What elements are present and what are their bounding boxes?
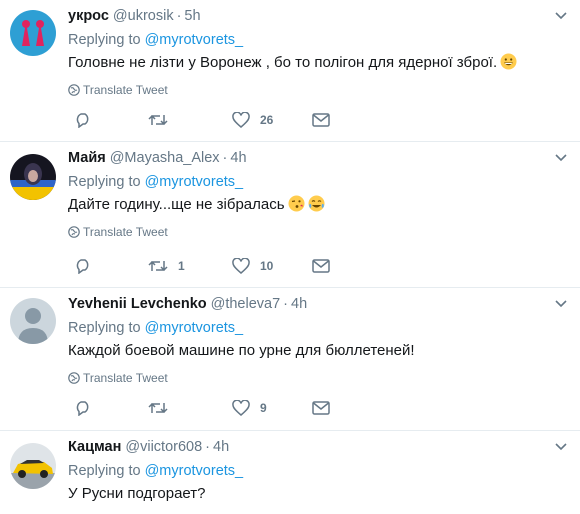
timestamp[interactable]: 4h [230, 150, 246, 166]
like-icon [232, 400, 250, 416]
chevron-down-icon[interactable] [554, 296, 568, 310]
like-count: 10 [260, 259, 274, 273]
reply-button[interactable] [74, 256, 102, 276]
reply-icon [74, 112, 92, 128]
direct-message-icon [312, 259, 330, 273]
grinning-face-icon [500, 53, 517, 70]
retweet-icon [148, 400, 168, 416]
reply-button[interactable] [74, 110, 102, 130]
retweet-button[interactable] [148, 398, 178, 418]
like-count: 26 [260, 113, 274, 127]
direct-message-button[interactable] [312, 110, 330, 130]
tweet-header: Кацман @viictor608 · 4h [68, 437, 229, 457]
retweet-button[interactable] [148, 110, 178, 130]
avatar[interactable] [10, 298, 56, 344]
translate-label: Translate Tweet [83, 83, 168, 97]
tweet-actions: 26 [68, 110, 330, 130]
separator-dot: · [222, 150, 228, 166]
replying-prefix: Replying to [68, 320, 141, 336]
timestamp[interactable]: 5h [184, 8, 200, 24]
tweet-text-body: Дайте годину...ще не зібралась [68, 196, 285, 213]
direct-message-button[interactable] [312, 256, 330, 276]
tweet-text-body: Каждой боевой машине по урне для бюллете… [68, 342, 415, 359]
tweet[interactable]: укрос @ukrosik · 5h Replying to @myrotvoret… [0, 0, 580, 142]
tweet[interactable]: Майя @Mayasha_Alex · 4h Replying to @myrotv… [0, 142, 580, 288]
direct-message-icon [312, 401, 330, 415]
chevron-down-icon[interactable] [554, 150, 568, 164]
avatar[interactable] [10, 443, 56, 489]
tweet-header: Yevhenii Levchenko @theleva7 · 4h [68, 294, 307, 314]
tweet-text: Головне не лізти у Воронеж , бо то поліг… [68, 52, 517, 74]
like-icon [232, 258, 250, 274]
tweet-text: У Русни подгорает? [68, 483, 205, 505]
separator-dot: · [176, 8, 182, 24]
display-name[interactable]: Майя [68, 150, 106, 166]
translate-tweet-link[interactable]: Translate Tweet [68, 224, 168, 240]
translate-label: Translate Tweet [83, 225, 168, 239]
like-button[interactable]: 26 [232, 110, 273, 130]
tweet[interactable]: Yevhenii Levchenko @theleva7 · 4h Replying … [0, 288, 580, 431]
user-handle[interactable]: @viictor608 [125, 439, 202, 455]
display-name[interactable]: Кацман [68, 439, 121, 455]
tears-of-joy-face-icon [308, 195, 325, 212]
replying-prefix: Replying to [68, 463, 141, 479]
replying-prefix: Replying to [68, 32, 141, 48]
like-icon [232, 112, 250, 128]
like-button[interactable]: 10 [232, 256, 273, 276]
tweet-header: Майя @Mayasha_Alex · 4h [68, 148, 247, 168]
globe-icon [68, 226, 80, 238]
like-button[interactable]: 9 [232, 398, 267, 418]
mention-link[interactable]: @myrotvorets_ [145, 174, 244, 190]
tweet-text-body: Головне не лізти у Воронеж , бо то поліг… [68, 54, 498, 71]
retweet-count: 1 [178, 259, 185, 273]
user-handle[interactable]: @ukrosik [113, 8, 174, 24]
retweet-icon [148, 258, 168, 274]
reply-feed: укрос @ukrosik · 5h Replying to @myrotvoret… [0, 0, 580, 514]
globe-icon [68, 84, 80, 96]
separator-dot: · [283, 296, 289, 312]
replying-to: Replying to @myrotvorets_ [68, 318, 243, 338]
avatar[interactable] [10, 10, 56, 56]
like-count: 9 [260, 401, 267, 415]
retweet-button[interactable]: 1 [148, 256, 185, 276]
separator-dot: · [205, 439, 210, 455]
tweet-header: укрос @ukrosik · 5h [68, 6, 201, 26]
winking-kiss-face-icon [288, 195, 305, 212]
tweet[interactable]: Кацман @viictor608 · 4h Replying to @myrotv… [0, 431, 580, 514]
direct-message-button[interactable] [312, 398, 330, 418]
chevron-down-icon[interactable] [554, 8, 568, 22]
reply-button[interactable] [74, 398, 102, 418]
replying-prefix: Replying to [68, 174, 141, 190]
globe-icon [68, 372, 80, 384]
tweet-actions: 9 [68, 398, 330, 418]
mention-link[interactable]: @myrotvorets_ [145, 320, 244, 336]
translate-tweet-link[interactable]: Translate Tweet [68, 370, 168, 386]
timestamp[interactable]: 4h [291, 296, 307, 312]
translate-label: Translate Tweet [83, 371, 168, 385]
replying-to: Replying to @myrotvorets_ [68, 30, 243, 50]
display-name[interactable]: укрос [68, 8, 109, 24]
replying-to: Replying to @myrotvorets_ [68, 172, 243, 192]
tweet-actions: 1 10 [68, 256, 330, 276]
tweet-text: Каждой боевой машине по урне для бюллете… [68, 340, 415, 362]
timestamp[interactable]: 4h [213, 439, 229, 455]
tweet-text: Дайте годину...ще не зібралась [68, 194, 325, 216]
mention-link[interactable]: @myrotvorets_ [145, 463, 244, 479]
reply-icon [74, 400, 92, 416]
avatar[interactable] [10, 154, 56, 200]
direct-message-icon [312, 113, 330, 127]
chevron-down-icon[interactable] [554, 439, 568, 453]
retweet-icon [148, 112, 168, 128]
replying-to: Replying to @myrotvorets_ [68, 461, 243, 481]
reply-icon [74, 258, 92, 274]
user-handle[interactable]: @Mayasha_Alex [110, 150, 220, 166]
user-handle[interactable]: @theleva7 [211, 296, 281, 312]
display-name[interactable]: Yevhenii Levchenko [68, 296, 207, 312]
translate-tweet-link[interactable]: Translate Tweet [68, 82, 168, 98]
tweet-text-body: У Русни подгорает? [68, 485, 206, 502]
mention-link[interactable]: @myrotvorets_ [145, 32, 244, 48]
